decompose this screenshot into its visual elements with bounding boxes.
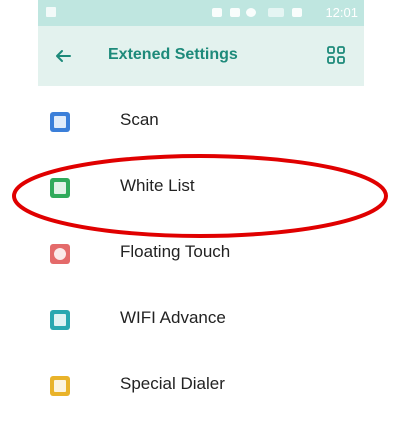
- page-title: Extened Settings: [108, 46, 238, 63]
- status-bar: 12:01: [38, 0, 364, 26]
- settings-list: Scan White List Floating Touch WIFI Adva…: [38, 94, 364, 424]
- notification-icon: [46, 7, 56, 17]
- grid-icon[interactable]: [326, 45, 346, 65]
- floating-touch-icon: [50, 244, 70, 264]
- white-list-icon: [50, 178, 70, 198]
- status-icons: [212, 8, 302, 18]
- arrow-left-icon[interactable]: [54, 47, 72, 65]
- list-item-label: Special Dialer: [120, 374, 225, 393]
- list-item-wifi-advance[interactable]: WIFI Advance: [38, 292, 364, 358]
- app-bar: Extened Settings: [38, 26, 364, 86]
- wifi-advance-icon: [50, 310, 70, 330]
- list-item-label: Floating Touch: [120, 242, 231, 261]
- list-item-label: Scan: [120, 110, 159, 129]
- special-dialer-icon: [50, 376, 70, 396]
- status-time: 12:01: [325, 5, 358, 20]
- list-item-white-list[interactable]: White List: [38, 160, 364, 226]
- list-item-label: WIFI Advance: [120, 308, 226, 327]
- list-item-floating-touch[interactable]: Floating Touch: [38, 226, 364, 292]
- list-item-scan[interactable]: Scan: [38, 94, 364, 160]
- list-item-special-dialer[interactable]: Special Dialer: [38, 358, 364, 424]
- list-item-label: White List: [120, 176, 195, 195]
- scan-icon: [50, 112, 70, 132]
